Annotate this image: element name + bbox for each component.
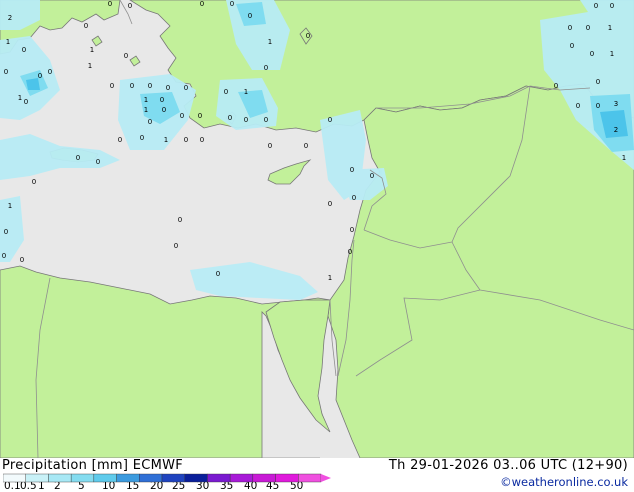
precip-value-label: 0 [4,228,8,236]
precip-value-label: 0 [248,12,252,20]
precip-value-label: 1 [244,88,248,96]
precip-value-label: 0 [140,134,144,142]
colorbar-swatch [275,473,299,483]
precip-value-label: 0 [166,84,170,92]
legend-title: Precipitation [mm] ECMWF [2,458,184,473]
precip-value-label: 0 [224,88,228,96]
colorbar-swatch [139,473,163,483]
precip-value-label: 1 [6,38,10,46]
precip-value-label: 1 [88,62,92,70]
precip-value-label: 0 [184,84,188,92]
precip-value-label: 0 [596,78,600,86]
precip-value-label: 0 [244,116,248,124]
precip-value-label: 0 [228,114,232,122]
precip-value-label: 0 [32,178,36,186]
precip-value-label: 0 [2,252,6,260]
precip-value-label: 0 [48,68,52,76]
colorbar-swatch [207,473,231,483]
precip-value-label: 1 [608,24,612,32]
precip-value-label: 0 [570,42,574,50]
precip-value-label: 0 [610,2,614,10]
precip-value-label: 0 [200,136,204,144]
precip-value-label: 0 [162,106,166,114]
precip-value-label: 0 [200,0,204,8]
precip-value-label: 0 [130,82,134,90]
precip-value-label: 1 [610,50,614,58]
precip-value-label: 1 [622,154,626,162]
colorbar-swatch [298,473,322,483]
colorbar-swatch [116,473,140,483]
precip-value-label: 0 [180,112,184,120]
precip-value-label: 0 [554,82,558,90]
precip-value-label: 0 [264,64,268,72]
colorbar-swatch [229,473,254,483]
precip-value-label: 2 [8,14,12,22]
precip-value-label: 0 [4,68,8,76]
precip-value-label: 1 [164,136,168,144]
precip-value-label: 0 [160,96,164,104]
colorbar-swatch [25,473,49,483]
precip-value-label: 1 [18,94,22,102]
colorbar-swatch [3,473,26,483]
precip-value-label: 0 [178,216,182,224]
precip-value-label: 0 [328,116,332,124]
precip-value-label: 0 [128,2,132,10]
precip-value-label: 0 [84,22,88,30]
precipitation-colorbar [3,473,331,483]
precip-value-label: 0 [174,242,178,250]
precip-value-label: 0 [576,102,580,110]
precip-value-label: 3 [614,100,618,108]
precip-value-label: 0 [148,118,152,126]
precip-value-label: 1 [144,96,148,104]
precip-value-label: 1 [328,274,332,282]
precip-value-label: 0 [24,98,28,106]
precip-value-label: 0 [590,50,594,58]
precip-value-label: 0 [350,166,354,174]
precip-value-label: 0 [596,102,600,110]
precip-value-label: 1 [144,106,148,114]
colorbar-overflow-arrow [321,474,331,482]
credit-link[interactable]: ©weatheronline.co.uk [500,475,628,489]
precip-value-label: 2 [614,126,618,134]
precip-value-label: 0 [304,142,308,150]
precip-value-label: 0 [264,116,268,124]
precip-value-label: 0 [268,142,272,150]
colorbar-swatch [184,473,208,483]
land-levant-arabia [327,83,634,458]
precip-value-label: 0 [568,24,572,32]
precip-value-label: 0 [110,82,114,90]
precip-value-label: 0 [118,136,122,144]
colorbar-swatch [70,473,95,483]
valid-time: Th 29-01-2026 03..06 UTC (12+90) [388,458,628,473]
colorbar-swatch [93,473,117,483]
colorbar-swatch [252,473,276,483]
precip-value-label: 0 [230,0,234,8]
precip-value-label: 0 [124,52,128,60]
precip-value-label: 0 [76,154,80,162]
colorbar-swatch [48,473,72,483]
precip-value-label: 0 [148,82,152,90]
precip-value-label: 0 [20,256,24,264]
precip-value-label: 0 [198,112,202,120]
precip-value-label: 0 [586,24,590,32]
precip-value-label: 1 [268,38,272,46]
precip-value-label: 0 [306,32,310,40]
precip-value-label: 0 [184,136,188,144]
precip-value-label: 1 [8,202,12,210]
precip-value-label: 0 [328,200,332,208]
precip-value-label: 0 [108,0,112,8]
precip-value-label: 0 [594,2,598,10]
colorbar-swatch [161,473,185,483]
precip-value-label: 0 [96,158,100,166]
precip-value-label: 0 [350,226,354,234]
precip-value-label: 0 [370,172,374,180]
precip-value-label: 0 [22,46,26,54]
precip-value-label: 0 [348,248,352,256]
precip-value-label: 0 [352,194,356,202]
precipitation-map: 2 0 1 0 0 0 1 0 0 0 1 0 1 0 0 0 1 0 0 0 0 0 1 0 0 0 0 1 0 0 1 0 0 0 0 0 0 0 0 0… [0,0,634,458]
precip-value-label: 0 [38,72,42,80]
precip-value-label: 0 [216,270,220,278]
precip-value-label: 1 [90,46,94,54]
